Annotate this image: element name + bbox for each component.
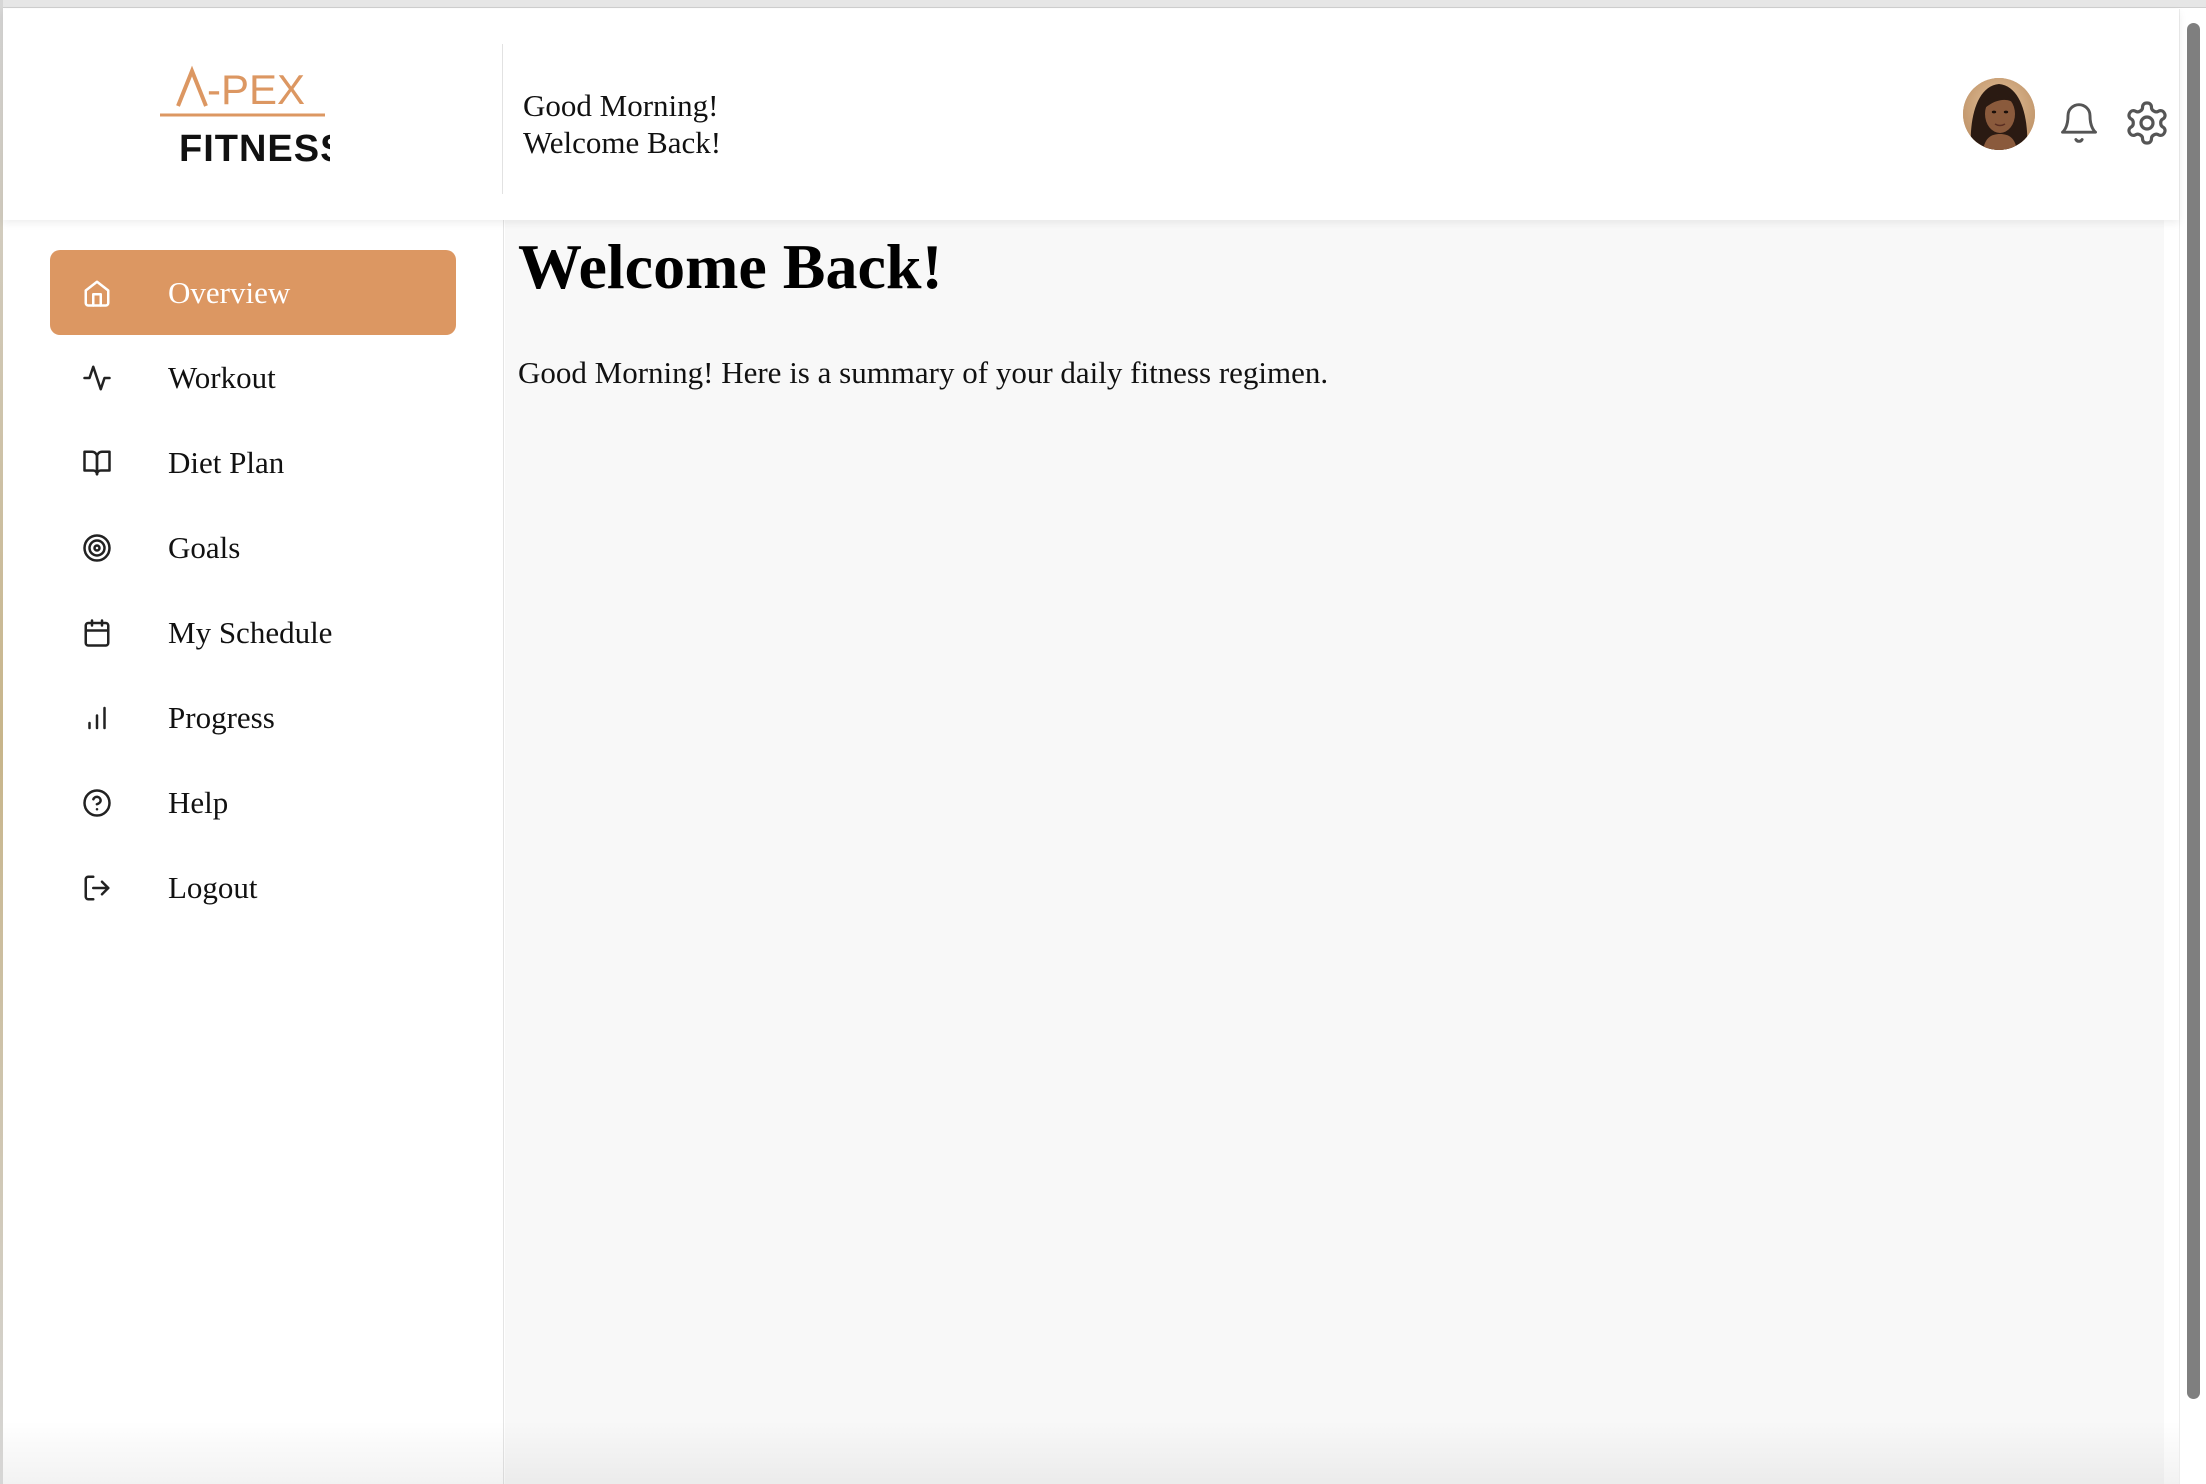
target-icon [83, 534, 111, 562]
book-open-icon [83, 450, 111, 476]
bell-icon [2061, 103, 2097, 143]
scrollbar-thumb[interactable] [2187, 23, 2200, 1399]
logo-top-text: -PEX [207, 66, 305, 113]
sidebar-item-label: Help [168, 784, 229, 820]
sidebar-item-label: My Schedule [168, 614, 333, 650]
sidebar: Overview Workout Diet Plan Goals My Sche… [3, 220, 504, 1484]
home-icon [84, 280, 110, 307]
brand-logo[interactable]: -PEX FITNESS [155, 59, 330, 169]
sidebar-item-label: Workout [168, 359, 276, 395]
gear-icon [2127, 101, 2167, 145]
user-avatar[interactable] [1963, 78, 2035, 150]
sidebar-item-workout[interactable]: Workout [50, 335, 456, 420]
page-title: Welcome Back! [518, 231, 943, 302]
sidebar-item-logout[interactable]: Logout [50, 845, 456, 930]
greeting-line-2: Welcome Back! [523, 125, 722, 160]
header-greeting: Good Morning! Welcome Back! [523, 87, 721, 161]
sidebar-item-label: Logout [168, 869, 258, 905]
calendar-icon [84, 619, 110, 647]
page-subtitle: Good Morning! Here is a summary of your … [518, 355, 1329, 390]
app-window: -PEX FITNESS Good Morning! Welcome Back! [0, 0, 2206, 1484]
sidebar-item-label: Diet Plan [168, 444, 285, 480]
sidebar-item-diet-plan[interactable]: Diet Plan [50, 420, 456, 505]
sidebar-item-label: Overview [168, 274, 291, 310]
bar-chart-icon [88, 706, 106, 730]
help-circle-icon [83, 789, 111, 817]
main-content: Welcome Back! Good Morning! Here is a su… [505, 220, 2164, 1484]
top-header: -PEX FITNESS Good Morning! Welcome Back! [3, 9, 2179, 220]
activity-icon [83, 365, 111, 391]
header-divider [502, 44, 503, 194]
sidebar-item-my-schedule[interactable]: My Schedule [50, 590, 456, 675]
settings-button[interactable] [2122, 98, 2172, 148]
sidebar-item-label: Goals [168, 529, 241, 565]
sidebar-item-progress[interactable]: Progress [50, 675, 456, 760]
logo-bottom-text: FITNESS [179, 128, 330, 169]
window-top-edge [0, 0, 2206, 8]
sidebar-item-label: Progress [168, 699, 275, 735]
greeting-line-1: Good Morning! [523, 88, 719, 123]
sidebar-item-help[interactable]: Help [50, 760, 456, 845]
logout-icon [84, 875, 110, 901]
sidebar-item-goals[interactable]: Goals [50, 505, 456, 590]
sidebar-item-overview[interactable]: Overview [50, 250, 456, 335]
avatar-image [1963, 78, 2035, 150]
notifications-button[interactable] [2054, 98, 2104, 148]
vertical-scrollbar[interactable] [2179, 9, 2206, 1484]
